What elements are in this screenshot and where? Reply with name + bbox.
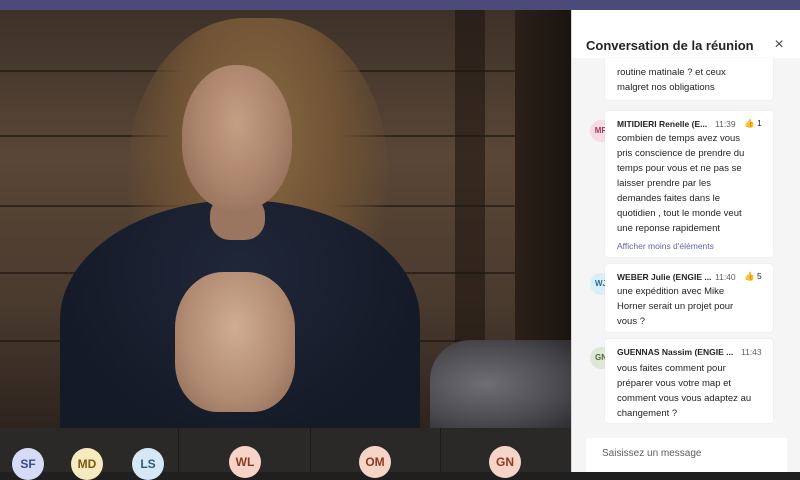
reaction-count: 5 (756, 271, 762, 281)
message-author: MITIDIERI Renelle (E... (617, 119, 708, 129)
chat-message: WEBER Julie (ENGIE ... 11:40 👍 5 une exp… (605, 264, 773, 332)
speaker-hands (175, 272, 295, 412)
speaker-face (182, 65, 292, 210)
participant-avatar[interactable]: MD (71, 448, 103, 480)
participants-bar: SF MD LS WL OM GN (0, 428, 571, 480)
message-author: WEBER Julie (ENGIE ... (617, 272, 712, 282)
reaction-count: 1 (756, 118, 762, 128)
message-time: 11:43 (741, 347, 762, 357)
participant-avatar[interactable]: SF (12, 448, 44, 480)
show-less-link[interactable]: Afficher moins d'éléments (617, 241, 714, 251)
chat-message: GUENNAS Nassim (ENGIE ... 11:43 vous fai… (605, 339, 773, 423)
message-compose-box[interactable] (586, 438, 787, 472)
participant-avatar[interactable]: GN (489, 446, 521, 478)
message-input[interactable] (600, 447, 784, 460)
message-author: GUENNAS Nassim (ENGIE ... (617, 347, 734, 357)
participant-avatar[interactable]: WL (229, 446, 261, 478)
participant-avatar[interactable]: OM (359, 446, 391, 478)
meeting-top-bar (0, 0, 800, 10)
chat-message: MITIDIERI Renelle (E... 11:39 👍 1 combie… (605, 111, 773, 257)
message-text: combien de temps avez vous pris conscien… (617, 133, 745, 234)
background-pillow (430, 340, 571, 428)
thumbs-up-icon: 👍 (744, 118, 755, 128)
message-text: une expédition avec Mike Horner serait u… (617, 286, 734, 327)
video-feed (0, 10, 571, 428)
chat-title: Conversation de la réunion (586, 38, 754, 53)
reaction-badge[interactable]: 👍 1 (744, 118, 762, 129)
reaction-badge[interactable]: 👍 5 (744, 271, 762, 282)
message-text: routine matinale ? et ceux malgret nos o… (617, 67, 726, 93)
meeting-chat-panel: Conversation de la réunion × routine mat… (571, 10, 800, 472)
close-icon[interactable]: × (771, 37, 787, 53)
participant-avatar[interactable]: LS (132, 448, 164, 480)
chat-message: routine matinale ? et ceux malgret nos o… (605, 58, 773, 100)
message-time: 11:39 (715, 119, 736, 129)
message-time: 11:40 (715, 272, 736, 282)
message-text: vous faites comment pour préparer vous v… (617, 363, 752, 419)
chat-header: Conversation de la réunion × (572, 10, 800, 58)
thumbs-up-icon: 👍 (744, 271, 755, 281)
